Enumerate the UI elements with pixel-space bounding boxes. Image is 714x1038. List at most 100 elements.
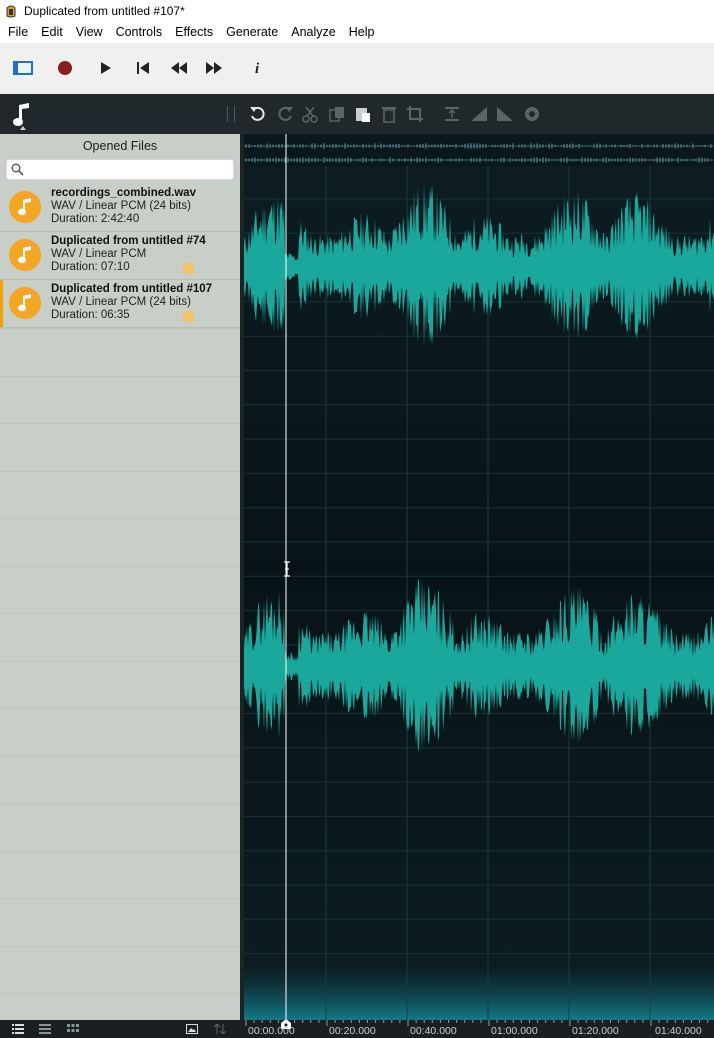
paste-icon — [356, 108, 370, 122]
audio-file-icon — [9, 287, 41, 319]
time-label: 00:20.000 — [329, 1025, 376, 1037]
menu-controls[interactable]: Controls — [110, 22, 169, 43]
redo-icon — [278, 106, 293, 121]
effects-icon — [525, 107, 539, 121]
list-row-divider — [0, 708, 240, 709]
view-toggle-icon — [13, 61, 33, 75]
file-duration: Duration: 2:42:40 — [51, 213, 140, 225]
title-bar: Duplicated from untitled #107* — [0, 0, 714, 22]
file-item-untitled-74[interactable]: Duplicated from untitled #74 WAV / Linea… — [0, 232, 240, 280]
menu-file[interactable]: File — [2, 22, 34, 43]
paste-button[interactable] — [353, 104, 373, 124]
normalize-icon — [445, 107, 459, 121]
menu-generate[interactable]: Generate — [220, 22, 284, 43]
menu-help[interactable]: Help — [343, 22, 381, 43]
normalize-button[interactable] — [442, 104, 462, 124]
waveform-view[interactable] — [244, 134, 714, 1020]
file-item-recordings-combined[interactable]: recordings_combined.wav WAV / Linear PCM… — [0, 184, 240, 232]
list-row-divider — [0, 756, 240, 757]
undo-icon — [250, 106, 265, 121]
app-logo-icon — [4, 3, 18, 19]
file-name: Duplicated from untitled #107 — [51, 283, 213, 295]
window-title: Duplicated from untitled #107* — [24, 4, 185, 18]
grid-view-icon[interactable] — [67, 1023, 79, 1035]
file-duration: Duration: 07:10 — [51, 261, 130, 273]
search-box[interactable] — [6, 159, 234, 180]
fast-forward-button[interactable] — [201, 55, 227, 81]
record-button[interactable] — [52, 55, 78, 81]
list-row-divider — [0, 471, 240, 472]
redo-button[interactable] — [275, 104, 295, 124]
file-name: Duplicated from untitled #74 — [51, 235, 206, 247]
undo-button[interactable] — [248, 104, 268, 124]
audio-file-icon — [9, 239, 41, 271]
fade-in-button[interactable] — [469, 104, 489, 124]
opened-files-panel: Opened Files recordings_combined.wav WAV… — [0, 134, 240, 1020]
time-label: 01:40.000 — [655, 1025, 702, 1037]
svg-text:i: i — [255, 61, 260, 76]
crop-icon — [407, 106, 423, 122]
timeline-bar: 00:00.000 00:20.000 00:40.000 01:00.000 … — [0, 1020, 714, 1038]
sort-icon[interactable] — [214, 1023, 226, 1035]
search-icon — [11, 163, 24, 176]
rewind-button[interactable] — [166, 55, 192, 81]
record-icon — [58, 61, 72, 75]
list-row-divider — [0, 423, 240, 424]
menu-bar: File Edit View Controls Effects Generate… — [0, 22, 714, 43]
audio-file-icon — [9, 191, 41, 223]
timeline-ruler[interactable] — [244, 1020, 714, 1038]
cut-button[interactable] — [300, 104, 320, 124]
time-label: 01:20.000 — [572, 1025, 619, 1037]
menu-edit[interactable]: Edit — [35, 22, 69, 43]
crop-button[interactable] — [405, 104, 425, 124]
skip-to-start-button[interactable] — [130, 55, 156, 81]
copy-icon — [329, 107, 344, 122]
fast-forward-icon — [206, 62, 222, 74]
list-row-divider — [0, 328, 240, 329]
file-list: recordings_combined.wav WAV / Linear PCM… — [0, 184, 240, 328]
list-row-divider — [0, 851, 240, 852]
play-button[interactable] — [93, 55, 119, 81]
info-icon: i — [255, 61, 260, 76]
overview-strip[interactable] — [244, 134, 714, 166]
skip-to-start-icon — [137, 62, 149, 74]
toolbar-grip — [227, 106, 235, 122]
fade-out-icon — [497, 107, 513, 121]
list-row-divider — [0, 803, 240, 804]
delete-icon — [382, 107, 396, 123]
fade-out-button[interactable] — [495, 104, 515, 124]
play-icon — [101, 62, 111, 74]
effects-button[interactable] — [522, 104, 542, 124]
list-row-divider — [0, 613, 240, 614]
unsaved-changes-icon — [183, 311, 194, 322]
menu-analyze[interactable]: Analyze — [285, 22, 341, 43]
cut-icon — [302, 106, 318, 123]
transport-toolbar: i — [0, 43, 714, 94]
file-format: WAV / Linear PCM (24 bits) — [51, 200, 191, 212]
menu-effects[interactable]: Effects — [169, 22, 219, 43]
list-row-divider — [0, 376, 240, 377]
image-icon[interactable] — [186, 1023, 198, 1035]
view-toggle-button[interactable] — [10, 55, 36, 81]
list-row-divider — [0, 993, 240, 994]
unsaved-changes-icon — [183, 263, 194, 274]
panel-title: Opened Files — [82, 139, 158, 153]
list-view-icon[interactable] — [12, 1023, 24, 1035]
file-name: recordings_combined.wav — [51, 187, 197, 199]
info-button[interactable]: i — [245, 55, 271, 81]
time-label: 00:40.000 — [410, 1025, 457, 1037]
time-label: 01:00.000 — [491, 1025, 538, 1037]
time-label: 00:00.000 — [248, 1025, 295, 1037]
waveform-canvas[interactable] — [244, 134, 714, 1020]
delete-button[interactable] — [379, 104, 399, 124]
copy-button[interactable] — [327, 104, 347, 124]
list-row-divider — [0, 946, 240, 947]
menu-view[interactable]: View — [70, 22, 109, 43]
file-format: WAV / Linear PCM (24 bits) — [51, 296, 191, 308]
edit-toolbar — [0, 94, 714, 134]
fade-in-icon — [471, 107, 487, 121]
search-input[interactable] — [27, 161, 227, 176]
detail-view-icon[interactable] — [39, 1023, 51, 1035]
spectrum-glow — [244, 964, 714, 1020]
file-item-untitled-107[interactable]: Duplicated from untitled #107 WAV / Line… — [0, 280, 240, 328]
